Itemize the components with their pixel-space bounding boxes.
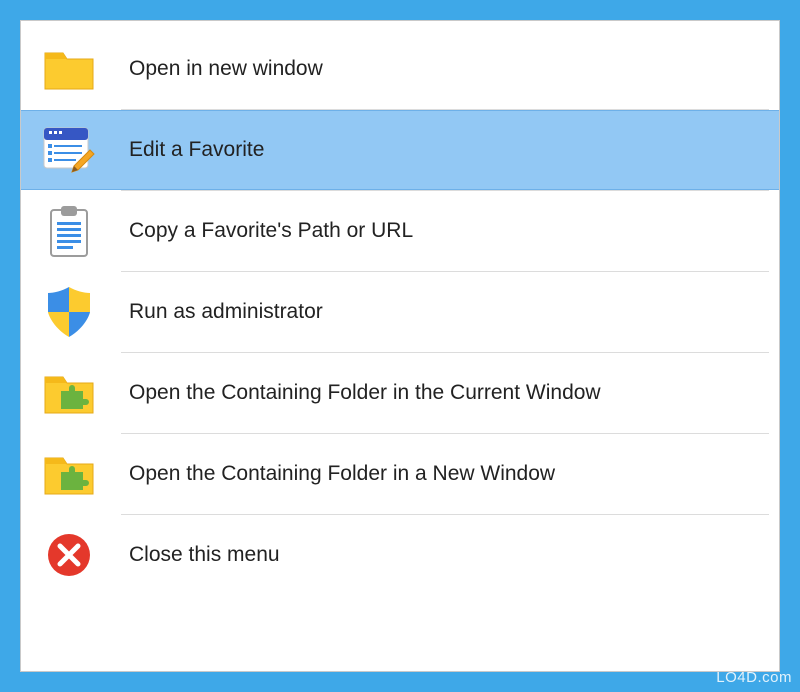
clipboard-icon — [39, 201, 99, 261]
folder-puzzle-icon — [39, 363, 99, 423]
folder-puzzle-icon — [39, 444, 99, 504]
menu-item-edit-favorite[interactable]: Edit a Favorite — [21, 110, 779, 190]
close-icon — [39, 525, 99, 585]
menu-item-label: Edit a Favorite — [99, 138, 264, 162]
menu-item-open-containing-new[interactable]: Open the Containing Folder in a New Wind… — [21, 434, 779, 514]
context-menu: Open in new window — [20, 20, 780, 672]
menu-item-open-new-window[interactable]: Open in new window — [21, 29, 779, 109]
shield-icon — [39, 282, 99, 342]
menu-item-label: Open the Containing Folder in a New Wind… — [99, 462, 555, 486]
menu-item-label: Open the Containing Folder in the Curren… — [99, 381, 601, 405]
menu-item-label: Run as administrator — [99, 300, 323, 324]
menu-item-close-menu[interactable]: Close this menu — [21, 515, 779, 595]
menu-item-run-admin[interactable]: Run as administrator — [21, 272, 779, 352]
folder-icon — [39, 39, 99, 99]
menu-item-label: Close this menu — [99, 543, 280, 567]
edit-favorite-icon — [39, 120, 99, 180]
menu-item-copy-path[interactable]: Copy a Favorite's Path or URL — [21, 191, 779, 271]
menu-item-label: Copy a Favorite's Path or URL — [99, 219, 413, 243]
menu-item-label: Open in new window — [99, 57, 323, 81]
watermark-text: LO4D.com — [716, 669, 792, 686]
menu-item-open-containing-current[interactable]: Open the Containing Folder in the Curren… — [21, 353, 779, 433]
menu-list: Open in new window — [21, 21, 779, 595]
